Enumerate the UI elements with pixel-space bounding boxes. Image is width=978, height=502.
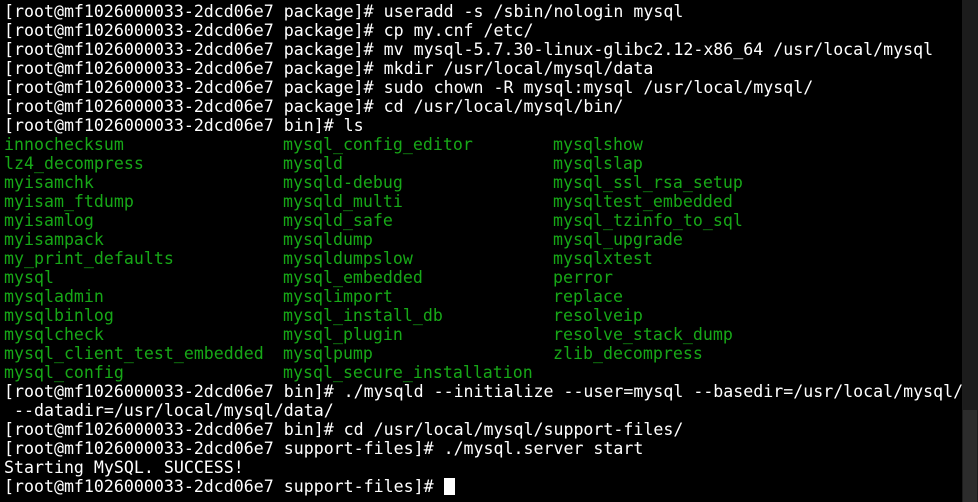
- ls-output-row: mysqlbinlog mysql_install_db resolveip: [4, 306, 960, 325]
- ls-entry: mysqlbinlog: [4, 306, 114, 325]
- text-cursor[interactable]: [443, 478, 455, 495]
- ls-entry: mysqlimport: [283, 287, 393, 306]
- ls-entry: mysql_config_editor: [283, 135, 473, 154]
- ls-output-row: myisam_ftdump mysqld_multi mysqltest_emb…: [4, 192, 960, 211]
- ls-entry: mysql_client_test_embedded: [4, 344, 264, 363]
- command-line: [root@mf1026000033-2dcd06e7 support-file…: [4, 439, 644, 458]
- command-line: [root@mf1026000033-2dcd06e7 package]# cd…: [4, 97, 624, 116]
- ls-entry: mysqld: [283, 154, 343, 173]
- ls-entry: mysql_tzinfo_to_sql: [553, 211, 743, 230]
- command-line: [root@mf1026000033-2dcd06e7 package]# mv…: [4, 40, 934, 59]
- command-continuation: --datadir=/usr/local/mysql/data/: [14, 401, 334, 420]
- ls-entry: mysqlxtest: [553, 249, 653, 268]
- output-line: Starting MySQL. SUCCESS!: [4, 458, 244, 477]
- ls-output-row: myisampack mysqldump mysql_upgrade: [4, 230, 960, 249]
- ls-output-row: myisamchk mysqld-debug mysql_ssl_rsa_set…: [4, 173, 960, 192]
- command-line: [root@mf1026000033-2dcd06e7 package]# su…: [4, 78, 814, 97]
- ls-entry: mysql_plugin: [283, 325, 403, 344]
- ls-entry: mysqlpump: [283, 344, 373, 363]
- ls-output-row: mysql mysql_embedded perror: [4, 268, 960, 287]
- scrollbar-thumb[interactable]: [963, 410, 977, 502]
- ls-entry: mysql_install_db: [283, 306, 443, 325]
- command-line: [root@mf1026000033-2dcd06e7 package]# mk…: [4, 59, 654, 78]
- ls-entry: mysqldump: [283, 230, 373, 249]
- ls-entry: mysql_config: [4, 363, 124, 382]
- ls-output-row: lz4_decompress mysqld mysqlslap: [4, 154, 960, 173]
- ls-entry: mysqlslap: [553, 154, 643, 173]
- ls-entry: resolve_stack_dump: [553, 325, 733, 344]
- ls-entry: mysql_ssl_rsa_setup: [553, 173, 743, 192]
- ls-entry: myisam_ftdump: [4, 192, 134, 211]
- ls-output-row: mysql_config mysql_secure_installation: [4, 363, 960, 382]
- ls-entry: innochecksum: [4, 135, 124, 154]
- command-line: [root@mf1026000033-2dcd06e7 package]# cp…: [4, 21, 534, 40]
- active-prompt-line[interactable]: [root@mf1026000033-2dcd06e7 support-file…: [4, 477, 960, 496]
- ls-entry: mysqldumpslow: [283, 249, 413, 268]
- ls-output-row: myisamlog mysqld_safe mysql_tzinfo_to_sq…: [4, 211, 960, 230]
- ls-entry: my_print_defaults: [4, 249, 174, 268]
- ls-entry: mysql: [4, 268, 54, 287]
- ls-entry: myisamlog: [4, 211, 94, 230]
- command-line: [root@mf1026000033-2dcd06e7 bin]# ls: [4, 116, 364, 135]
- ls-entry: mysql_secure_installation: [283, 363, 533, 382]
- terminal-screen[interactable]: [root@mf1026000033-2dcd06e7 package]# us…: [4, 2, 964, 496]
- ls-entry: mysql_embedded: [283, 268, 423, 287]
- ls-entry: perror: [553, 268, 613, 287]
- ls-entry: resolveip: [553, 306, 643, 325]
- ls-output-row: my_print_defaults mysqldumpslow mysqlxte…: [4, 249, 960, 268]
- ls-output-row: mysqlcheck mysql_plugin resolve_stack_du…: [4, 325, 960, 344]
- ls-entry: mysqld-debug: [283, 173, 403, 192]
- ls-entry: mysqladmin: [4, 287, 104, 306]
- vertical-scrollbar[interactable]: [962, 0, 978, 502]
- ls-entry: lz4_decompress: [4, 154, 144, 173]
- ls-entry: mysqltest_embedded: [553, 192, 733, 211]
- ls-entry: mysqlcheck: [4, 325, 104, 344]
- ls-entry: mysql_upgrade: [553, 230, 683, 249]
- command-line: [root@mf1026000033-2dcd06e7 package]# us…: [4, 2, 684, 21]
- ls-entry: zlib_decompress: [553, 344, 703, 363]
- ls-entry: mysqld_safe: [283, 211, 393, 230]
- ls-entry: mysqlshow: [553, 135, 643, 154]
- command-line: [root@mf1026000033-2dcd06e7 bin]# ./mysq…: [4, 382, 964, 401]
- ls-entry: myisampack: [4, 230, 104, 249]
- ls-entry: mysqld_multi: [283, 192, 403, 211]
- ls-output-row: mysqladmin mysqlimport replace: [4, 287, 960, 306]
- ls-output-row: mysql_client_test_embedded mysqlpump zli…: [4, 344, 960, 363]
- command-line: [root@mf1026000033-2dcd06e7 bin]# cd /us…: [4, 420, 684, 439]
- terminal-window[interactable]: [root@mf1026000033-2dcd06e7 package]# us…: [0, 0, 978, 502]
- ls-output-row: innochecksum mysql_config_editor mysqlsh…: [4, 135, 960, 154]
- ls-entry: replace: [553, 287, 623, 306]
- ls-entry: myisamchk: [4, 173, 94, 192]
- shell-prompt: [root@mf1026000033-2dcd06e7 support-file…: [4, 477, 444, 496]
